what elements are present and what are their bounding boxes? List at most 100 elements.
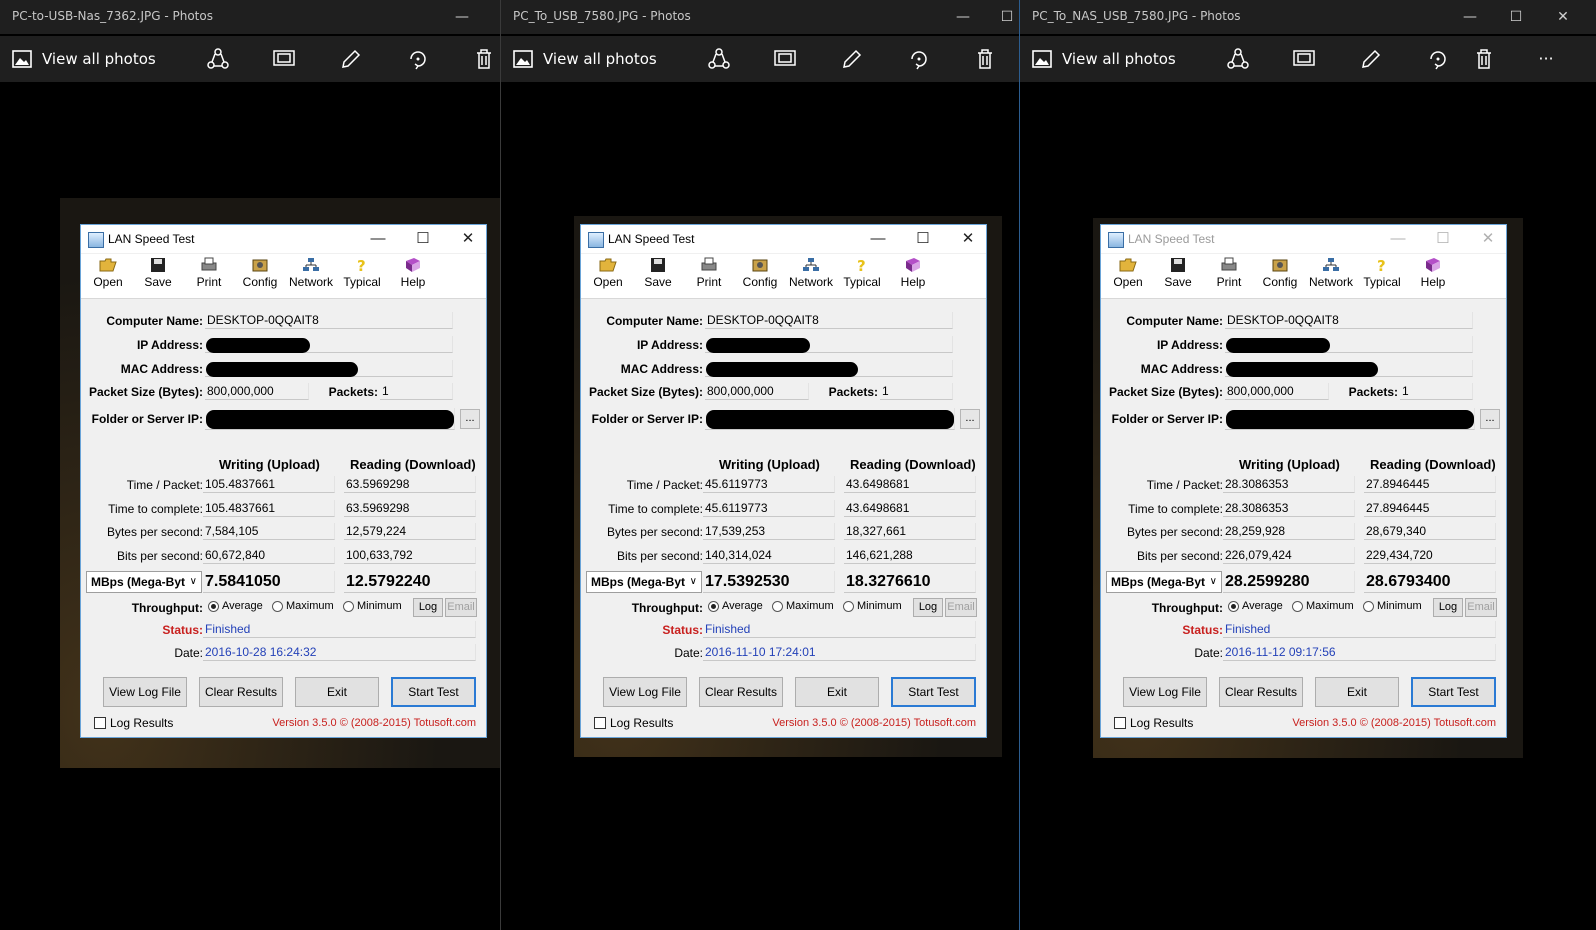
share-icon[interactable] [206, 47, 230, 71]
config-button[interactable]: Config [737, 257, 783, 295]
clear-results-button[interactable]: Clear Results [1219, 677, 1303, 707]
slideshow-icon[interactable] [272, 47, 296, 71]
share-icon[interactable] [707, 47, 731, 71]
rotate-icon[interactable] [1426, 47, 1450, 71]
open-button[interactable]: Open [85, 257, 131, 295]
lst-maximize-icon[interactable]: ☐ [1429, 228, 1457, 250]
packet-size-field[interactable]: 800,000,000 [205, 383, 309, 400]
email-button[interactable]: Email [1465, 598, 1497, 617]
email-button[interactable]: Email [445, 598, 477, 617]
unit-select[interactable]: MBps (Mega-Byt ∨ [1106, 571, 1222, 593]
maximum-radio[interactable]: Maximum [272, 600, 334, 612]
view-all-photos-button[interactable]: View all photos [12, 47, 156, 71]
packets-field[interactable]: 1 [880, 383, 953, 400]
packets-field[interactable]: 1 [1400, 383, 1473, 400]
maximize-icon[interactable]: ☐ [1506, 7, 1526, 27]
packet-size-field[interactable]: 800,000,000 [1225, 383, 1329, 400]
lst-close-icon[interactable]: ✕ [1474, 228, 1502, 250]
network-button[interactable]: Network [288, 257, 334, 295]
unit-select[interactable]: MBps (Mega-Byt ∨ [86, 571, 202, 593]
minimum-radio[interactable]: Minimum [343, 600, 402, 612]
minimize-icon[interactable]: — [1460, 7, 1480, 27]
lst-close-icon[interactable]: ✕ [954, 228, 982, 250]
slideshow-icon[interactable] [1292, 47, 1316, 71]
typical-button[interactable]: ? Typical [839, 257, 885, 295]
start-test-button[interactable]: Start Test [391, 677, 476, 707]
average-radio[interactable]: Average [208, 600, 263, 612]
clear-results-button[interactable]: Clear Results [199, 677, 283, 707]
print-button[interactable]: Print [686, 257, 732, 295]
log-button[interactable]: Log [413, 598, 443, 617]
browse-button[interactable]: ... [460, 409, 480, 429]
view-all-photos-button[interactable]: View all photos [513, 47, 657, 71]
average-radio[interactable]: Average [708, 600, 763, 612]
open-button[interactable]: Open [1105, 257, 1151, 295]
lst-minimize-icon[interactable]: — [864, 228, 892, 250]
share-icon[interactable] [1226, 47, 1250, 71]
print-button[interactable]: Print [1206, 257, 1252, 295]
exit-button[interactable]: Exit [1315, 677, 1399, 707]
browse-button[interactable]: ... [960, 409, 980, 429]
delete-icon[interactable] [973, 47, 997, 71]
view-log-file-button[interactable]: View Log File [603, 677, 687, 707]
delete-icon[interactable] [472, 47, 496, 71]
delete-icon[interactable] [1472, 47, 1496, 71]
print-button[interactable]: Print [186, 257, 232, 295]
save-button[interactable]: Save [135, 257, 181, 295]
lst-minimize-icon[interactable]: — [364, 228, 392, 250]
email-button[interactable]: Email [945, 598, 977, 617]
edit-icon[interactable] [840, 47, 864, 71]
exit-button[interactable]: Exit [795, 677, 879, 707]
edit-icon[interactable] [339, 47, 363, 71]
view-log-file-button[interactable]: View Log File [103, 677, 187, 707]
typical-button[interactable]: ? Typical [339, 257, 385, 295]
close-icon[interactable]: ✕ [1553, 7, 1573, 27]
network-button[interactable]: Network [1308, 257, 1354, 295]
packets-field[interactable]: 1 [380, 383, 453, 400]
lst-maximize-icon[interactable]: ☐ [909, 228, 937, 250]
view-all-photos-button[interactable]: View all photos [1032, 47, 1176, 71]
log-results-checkbox[interactable]: Log Results [594, 716, 673, 730]
minimize-icon[interactable]: — [452, 7, 472, 27]
network-button[interactable]: Network [788, 257, 834, 295]
slideshow-icon[interactable] [773, 47, 797, 71]
lst-maximize-icon[interactable]: ☐ [409, 228, 437, 250]
save-button[interactable]: Save [1155, 257, 1201, 295]
log-button[interactable]: Log [1433, 598, 1463, 617]
edit-icon[interactable] [1359, 47, 1383, 71]
rotate-icon[interactable] [907, 47, 931, 71]
log-results-checkbox[interactable]: Log Results [1114, 716, 1193, 730]
maximum-radio[interactable]: Maximum [1292, 600, 1354, 612]
config-button[interactable]: Config [237, 257, 283, 295]
average-radio[interactable]: Average [1228, 600, 1283, 612]
view-log-file-button[interactable]: View Log File [1123, 677, 1207, 707]
log-button[interactable]: Log [913, 598, 943, 617]
help-button[interactable]: Help [390, 257, 436, 295]
open-button[interactable]: Open [585, 257, 631, 295]
maximum-radio[interactable]: Maximum [772, 600, 834, 612]
lst-minimize-icon[interactable]: — [1384, 228, 1412, 250]
typical-button[interactable]: ? Typical [1359, 257, 1405, 295]
unit-select[interactable]: MBps (Mega-Byt ∨ [586, 571, 702, 593]
computer-name-field[interactable]: DESKTOP-0QQAIT8 [205, 312, 453, 329]
log-results-checkbox[interactable]: Log Results [94, 716, 173, 730]
help-button[interactable]: Help [1410, 257, 1456, 295]
start-test-button[interactable]: Start Test [1411, 677, 1496, 707]
more-options-button[interactable]: ··· [1534, 47, 1558, 71]
config-button[interactable]: Config [1257, 257, 1303, 295]
computer-name-field[interactable]: DESKTOP-0QQAIT8 [705, 312, 953, 329]
help-button[interactable]: Help [890, 257, 936, 295]
clear-results-button[interactable]: Clear Results [699, 677, 783, 707]
save-button[interactable]: Save [635, 257, 681, 295]
lst-close-icon[interactable]: ✕ [454, 228, 482, 250]
computer-name-field[interactable]: DESKTOP-0QQAIT8 [1225, 312, 1473, 329]
maximize-icon[interactable]: ☐ [997, 7, 1017, 27]
exit-button[interactable]: Exit [295, 677, 379, 707]
browse-button[interactable]: ... [1480, 409, 1500, 429]
start-test-button[interactable]: Start Test [891, 677, 976, 707]
minimum-radio[interactable]: Minimum [1363, 600, 1422, 612]
minimum-radio[interactable]: Minimum [843, 600, 902, 612]
packet-size-field[interactable]: 800,000,000 [705, 383, 809, 400]
minimize-icon[interactable]: — [953, 7, 973, 27]
rotate-icon[interactable] [406, 47, 430, 71]
